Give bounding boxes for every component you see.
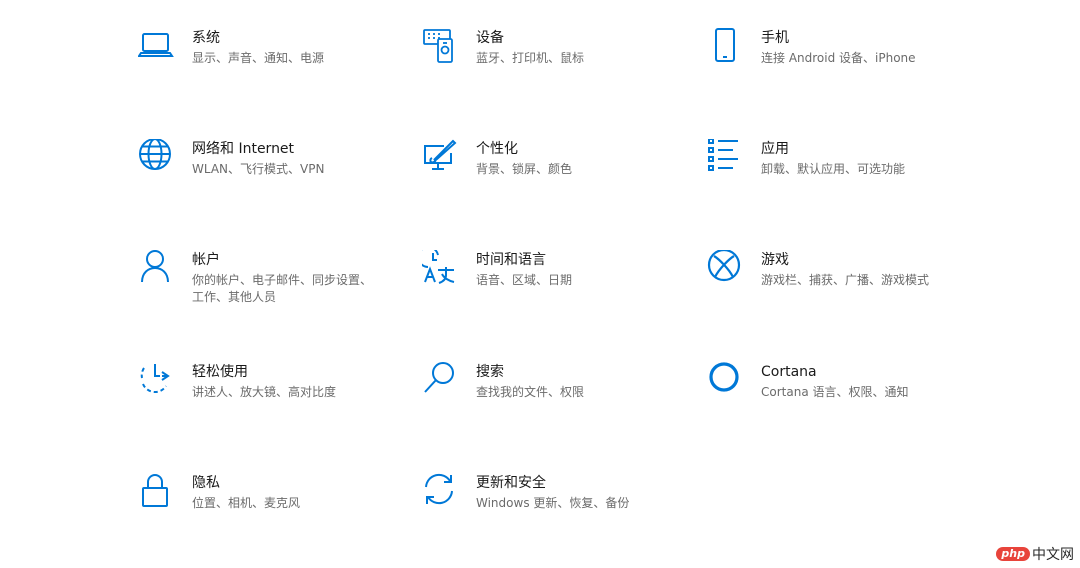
xbox-icon xyxy=(707,250,743,286)
tile-description: 讲述人、放大镜、高对比度 xyxy=(192,385,337,399)
tile-apps[interactable]: 应用 卸载、默认应用、可选功能 xyxy=(707,139,967,219)
tile-system[interactable]: 系统 显示、声音、通知、电源 xyxy=(138,28,398,108)
search-icon xyxy=(422,362,458,398)
tile-accounts[interactable]: 帐户 你的帐户、电子邮件、同步设置、工作、其他人员 xyxy=(138,250,398,330)
tile-title: 帐户 xyxy=(192,252,220,268)
tile-title: 隐私 xyxy=(192,475,220,491)
tile-phone[interactable]: 手机 连接 Android 设备、iPhone xyxy=(707,28,967,108)
tile-gaming[interactable]: 游戏 游戏栏、捕获、广播、游戏模式 xyxy=(707,250,967,330)
person-icon xyxy=(138,250,174,286)
time-language-icon xyxy=(422,250,458,286)
tile-title: 系统 xyxy=(192,30,220,46)
tile-cortana[interactable]: Cortana Cortana 语言、权限、通知 xyxy=(707,362,967,442)
cortana-ring-icon xyxy=(707,362,743,398)
tile-description: Cortana 语言、权限、通知 xyxy=(761,385,909,399)
tile-title: Cortana xyxy=(761,364,817,380)
laptop-icon xyxy=(138,28,174,64)
globe-icon xyxy=(138,139,174,175)
tile-title: 网络和 Internet xyxy=(192,141,295,157)
personalization-icon xyxy=(422,139,458,175)
tile-title: 个性化 xyxy=(476,141,518,157)
tile-description: 连接 Android 设备、iPhone xyxy=(761,51,916,65)
tile-description: 你的帐户、电子邮件、同步设置、工作、其他人员 xyxy=(192,273,373,304)
tile-update-security[interactable]: 更新和安全 Windows 更新、恢复、备份 xyxy=(422,473,682,553)
watermark-text: 中文网 xyxy=(1032,547,1074,563)
tile-network[interactable]: 网络和 Internet WLAN、飞行模式、VPN xyxy=(138,139,398,219)
tile-description: Windows 更新、恢复、备份 xyxy=(476,496,630,510)
tile-description: 显示、声音、通知、电源 xyxy=(192,51,325,65)
ease-of-access-icon xyxy=(138,362,174,398)
tile-title: 游戏 xyxy=(761,252,789,268)
tile-privacy[interactable]: 隐私 位置、相机、麦克风 xyxy=(138,473,398,553)
tile-description: 背景、锁屏、颜色 xyxy=(476,162,573,176)
phone-icon xyxy=(707,28,743,64)
tile-description: WLAN、飞行模式、VPN xyxy=(192,162,325,176)
tile-title: 更新和安全 xyxy=(476,475,546,491)
tile-title: 轻松使用 xyxy=(192,364,248,380)
tile-description: 卸载、默认应用、可选功能 xyxy=(761,162,906,176)
tile-devices[interactable]: 设备 蓝牙、打印机、鼠标 xyxy=(422,28,682,108)
tile-description: 蓝牙、打印机、鼠标 xyxy=(476,51,585,65)
tile-title: 设备 xyxy=(476,30,504,46)
tile-search[interactable]: 搜索 查找我的文件、权限 xyxy=(422,362,682,442)
tile-title: 时间和语言 xyxy=(476,252,546,268)
tile-time-language[interactable]: 时间和语言 语音、区域、日期 xyxy=(422,250,682,330)
sync-icon xyxy=(422,473,458,509)
tile-title: 手机 xyxy=(761,30,789,46)
tile-description: 语音、区域、日期 xyxy=(476,273,573,287)
php-logo: php xyxy=(996,547,1030,561)
tile-title: 应用 xyxy=(761,141,789,157)
tile-title: 搜索 xyxy=(476,364,504,380)
tile-personalization[interactable]: 个性化 背景、锁屏、颜色 xyxy=(422,139,682,219)
tile-description: 位置、相机、麦克风 xyxy=(192,496,301,510)
tile-description: 查找我的文件、权限 xyxy=(476,385,585,399)
devices-icon xyxy=(422,28,458,64)
tile-ease-of-access[interactable]: 轻松使用 讲述人、放大镜、高对比度 xyxy=(138,362,398,442)
watermark: php 中文网 xyxy=(996,544,1074,564)
apps-list-icon xyxy=(707,139,743,175)
lock-icon xyxy=(138,473,174,509)
tile-description: 游戏栏、捕获、广播、游戏模式 xyxy=(761,273,930,287)
